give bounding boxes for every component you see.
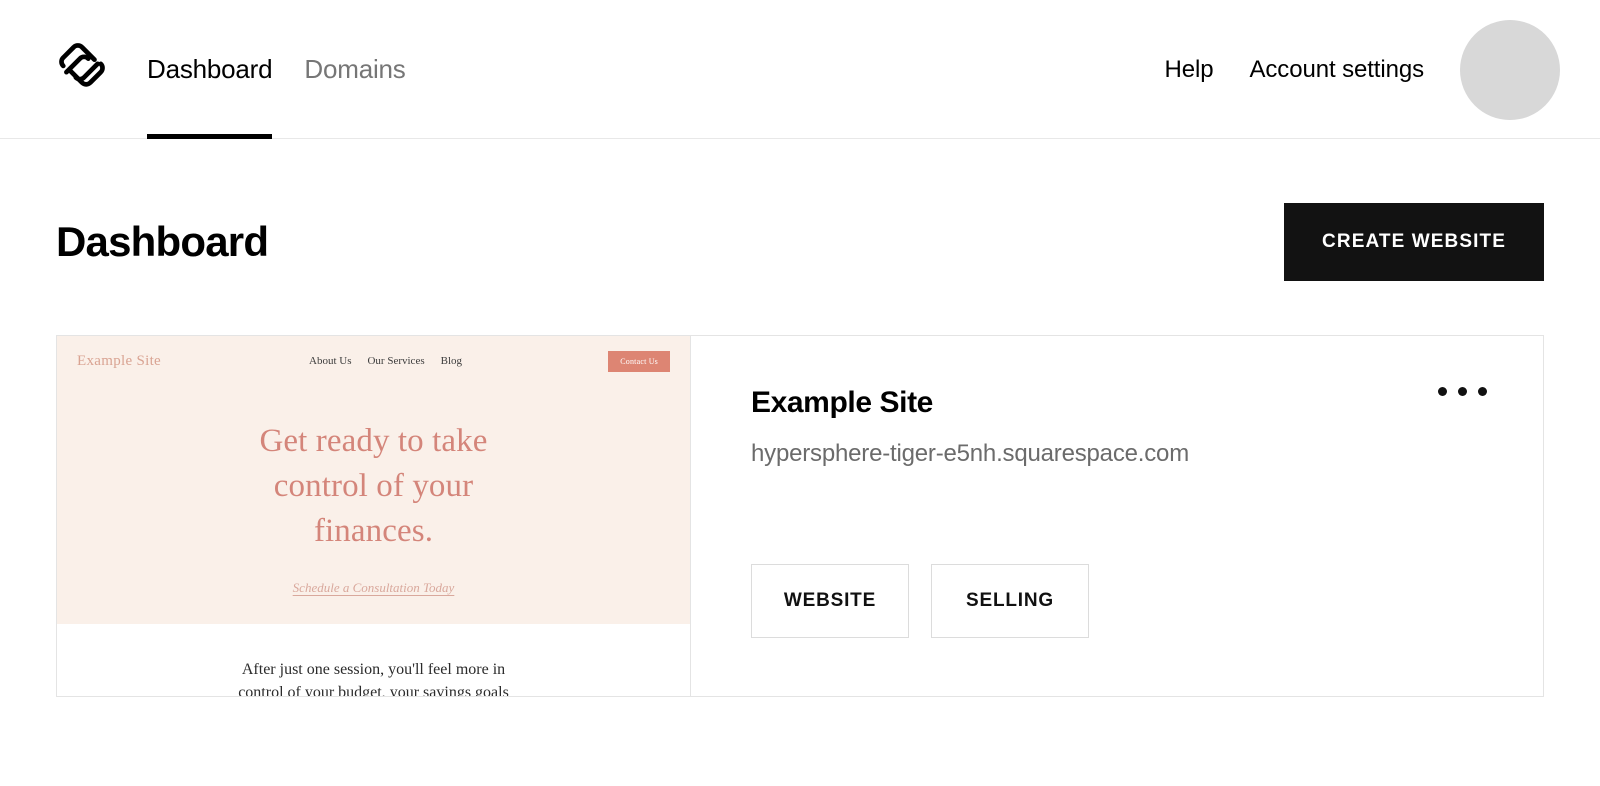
thumbnail-brand-label: Example Site: [77, 352, 161, 369]
thumbnail-headline: Get ready to take control of your financ…: [57, 386, 690, 554]
page-title: Dashboard: [56, 218, 269, 265]
tab-domains[interactable]: Domains: [304, 0, 405, 139]
thumbnail-nav-links: About Us Our Services Blog: [309, 355, 462, 367]
primary-nav-tabs: Dashboard Domains: [147, 0, 406, 139]
site-action-buttons: WEBSITE SELLING: [751, 564, 1089, 638]
thumbnail-body-text: After just one session, you'll feel more…: [57, 624, 690, 696]
tab-domains-label: Domains: [304, 54, 406, 84]
kebab-menu-icon[interactable]: [1430, 379, 1495, 404]
site-card: Example Site About Us Our Services Blog …: [56, 335, 1544, 697]
site-detail-panel: Example Site hypersphere-tiger-e5nh.squa…: [691, 336, 1543, 696]
squarespace-logo-icon[interactable]: [56, 42, 108, 94]
thumbnail-headline-line-3: finances.: [313, 512, 434, 549]
page-header-row: Dashboard CREATE WEBSITE: [56, 139, 1544, 335]
thumbnail-consultation-link: Schedule a Consultation Today: [292, 579, 455, 595]
website-button[interactable]: WEBSITE: [751, 564, 909, 638]
thumbnail-nav-blog: Blog: [440, 355, 463, 367]
site-thumbnail-preview[interactable]: Example Site About Us Our Services Blog …: [57, 336, 691, 696]
thumbnail-headline-line-2: control of your: [273, 467, 474, 504]
selling-button[interactable]: SELLING: [931, 564, 1089, 638]
account-settings-link[interactable]: Account settings: [1250, 56, 1425, 84]
tab-dashboard-label: Dashboard: [147, 54, 273, 84]
thumbnail-contact-us-button: Contact Us: [608, 350, 670, 372]
create-website-button[interactable]: CREATE WEBSITE: [1284, 203, 1544, 281]
account-avatar[interactable]: [1460, 19, 1560, 120]
thumbnail-body-line-2: control of your budget, your savings goa…: [238, 684, 509, 696]
secondary-nav: Help Account settings: [1165, 0, 1600, 139]
page-content: Dashboard CREATE WEBSITE Example Site Ab…: [0, 139, 1600, 697]
thumbnail-hero-section: Example Site About Us Our Services Blog …: [57, 336, 690, 624]
kebab-dot-2: [1458, 387, 1467, 396]
thumbnail-headline-line-1: Get ready to take: [259, 423, 488, 459]
thumbnail-body-line-1: After just one session, you'll feel more…: [241, 661, 506, 678]
kebab-dot-3: [1478, 387, 1487, 396]
thumbnail-nav-our-services: Our Services: [367, 355, 425, 367]
tab-dashboard[interactable]: Dashboard: [147, 0, 273, 139]
kebab-dot-1: [1438, 387, 1447, 396]
help-link[interactable]: Help: [1165, 56, 1214, 84]
thumbnail-site-nav: Example Site About Us Our Services Blog …: [57, 336, 690, 386]
top-navigation-bar: Dashboard Domains Help Account settings: [0, 0, 1600, 139]
site-domain[interactable]: hypersphere-tiger-e5nh.squarespace.com: [751, 440, 1543, 468]
site-name: Example Site: [751, 386, 933, 419]
thumbnail-nav-about-us: About Us: [309, 355, 352, 367]
